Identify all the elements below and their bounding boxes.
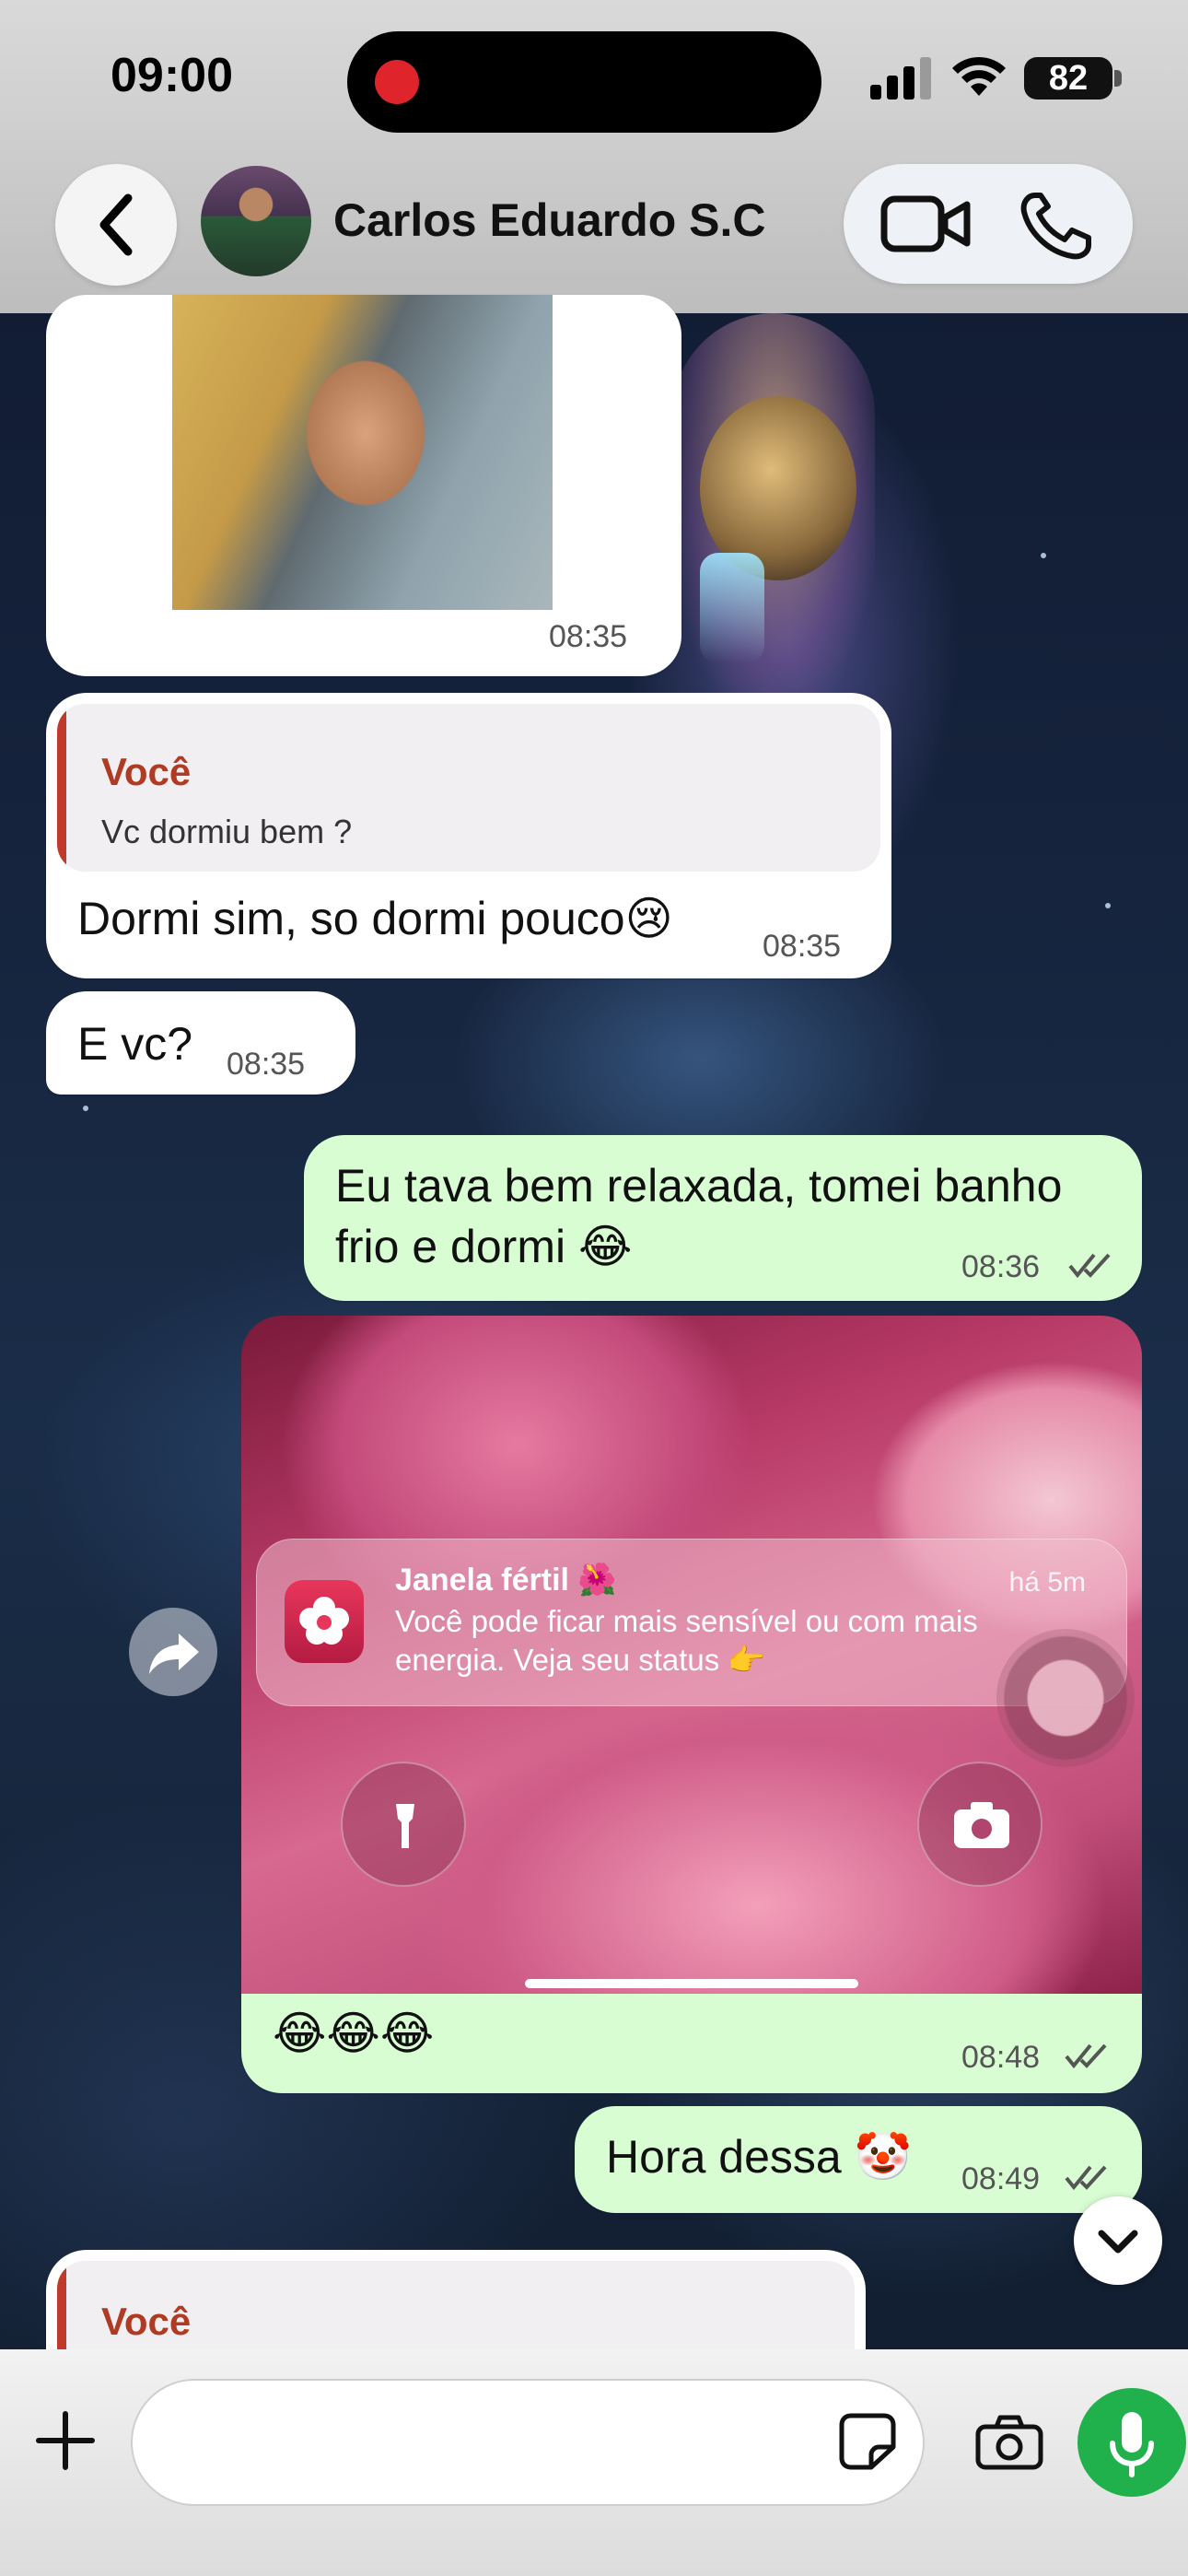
scroll-to-bottom-button[interactable]	[1074, 2196, 1162, 2285]
quoted-message[interactable]: Você Vc dormiu bem ?	[57, 704, 880, 872]
notification-banner: Janela fértil 🌺 há 5m Você pode ficar ma…	[256, 1539, 1127, 1706]
message-time: 08:49	[961, 2161, 1041, 2196]
status-time: 09:00	[111, 49, 233, 102]
incoming-reply-message[interactable]: Você Vc dormiu bem ? Dormi sim, so dormi…	[46, 693, 891, 978]
message-time: 08:35	[763, 929, 842, 964]
notification-title: Janela fértil 🌺	[395, 1563, 617, 1598]
camera-shortcut-icon	[917, 1762, 1042, 1887]
wallpaper-water	[700, 553, 764, 663]
quote-author: Você	[101, 2300, 192, 2343]
message-time: 08:35	[227, 1047, 306, 1082]
battery-nub	[1114, 70, 1122, 87]
outgoing-text-message[interactable]: Hora dessa 🤡 08:49	[575, 2106, 1142, 2213]
plus-icon[interactable]	[35, 2410, 96, 2471]
video-call-button[interactable]	[880, 192, 973, 256]
quote-text: Vc dormiu bem ?	[101, 813, 353, 850]
wallpaper-star	[1041, 553, 1046, 558]
dynamic-island	[347, 31, 821, 133]
voice-call-button[interactable]	[1019, 190, 1096, 260]
image-caption[interactable]: 😂😂😂 08:48	[241, 1994, 1142, 2093]
message-time: 08:36	[961, 1249, 1041, 1284]
message-text-line1: Eu tava bem relaxada, tomei banho	[335, 1160, 1063, 1212]
message-time: 08:48	[961, 2040, 1041, 2075]
contact-name[interactable]: Carlos Eduardo S.C	[333, 193, 766, 247]
forward-arrow-icon	[149, 1633, 199, 1674]
chevron-down-icon	[1098, 2230, 1138, 2254]
message-input[interactable]	[131, 2379, 925, 2506]
message-photo[interactable]	[172, 295, 553, 610]
message-text: Dormi sim, so dormi pouco😢	[77, 893, 673, 944]
message-text-line2: frio e dormi 😂	[335, 1221, 633, 1272]
forward-button[interactable]	[129, 1608, 217, 1696]
battery-level: 82	[1024, 57, 1112, 100]
message-text: Hora dessa 🤡	[606, 2131, 912, 2183]
read-ticks-icon	[1068, 1253, 1111, 1279]
back-button[interactable]	[55, 164, 177, 286]
wallpaper-star	[83, 1106, 88, 1111]
quote-author: Você	[101, 750, 192, 793]
flower-icon	[299, 1597, 349, 1645]
sticker-icon[interactable]	[838, 2410, 897, 2471]
recording-indicator-icon	[375, 60, 419, 104]
call-actions	[844, 164, 1133, 284]
microphone-button[interactable]	[1077, 2388, 1186, 2497]
read-ticks-icon	[1065, 2165, 1107, 2191]
notification-time: há 5m	[1008, 1567, 1086, 1598]
chevron-left-icon	[99, 193, 133, 256]
wifi-icon	[952, 56, 1006, 96]
outgoing-screenshot-image[interactable]: Janela fértil 🌺 há 5m Você pode ficar ma…	[241, 1316, 1142, 1994]
message-composer	[0, 2349, 1188, 2576]
fertility-app-icon	[285, 1580, 364, 1663]
message-text: E vc?	[77, 1018, 193, 1070]
flashlight-icon	[341, 1762, 466, 1887]
wallpaper-star	[1105, 903, 1111, 908]
assistive-touch-icon	[996, 1629, 1135, 1767]
cellular-signal-icon	[870, 57, 931, 100]
incoming-text-message[interactable]: E vc? 08:35	[46, 991, 355, 1095]
outgoing-text-message[interactable]: Eu tava bem relaxada, tomei banho frio e…	[304, 1135, 1142, 1301]
microphone-icon	[1110, 2412, 1154, 2477]
home-indicator	[525, 1979, 858, 1988]
notification-body: Você pode ficar mais sensível ou com mai…	[395, 1604, 978, 1677]
camera-icon[interactable]	[974, 2414, 1044, 2471]
read-ticks-icon	[1065, 2043, 1107, 2069]
caption-text: 😂😂😂	[273, 2008, 435, 2059]
contact-avatar[interactable]	[201, 166, 311, 276]
message-time: 08:35	[549, 619, 628, 654]
incoming-image-message[interactable]: 08:35	[46, 295, 681, 676]
quote-accent-bar	[57, 704, 66, 872]
